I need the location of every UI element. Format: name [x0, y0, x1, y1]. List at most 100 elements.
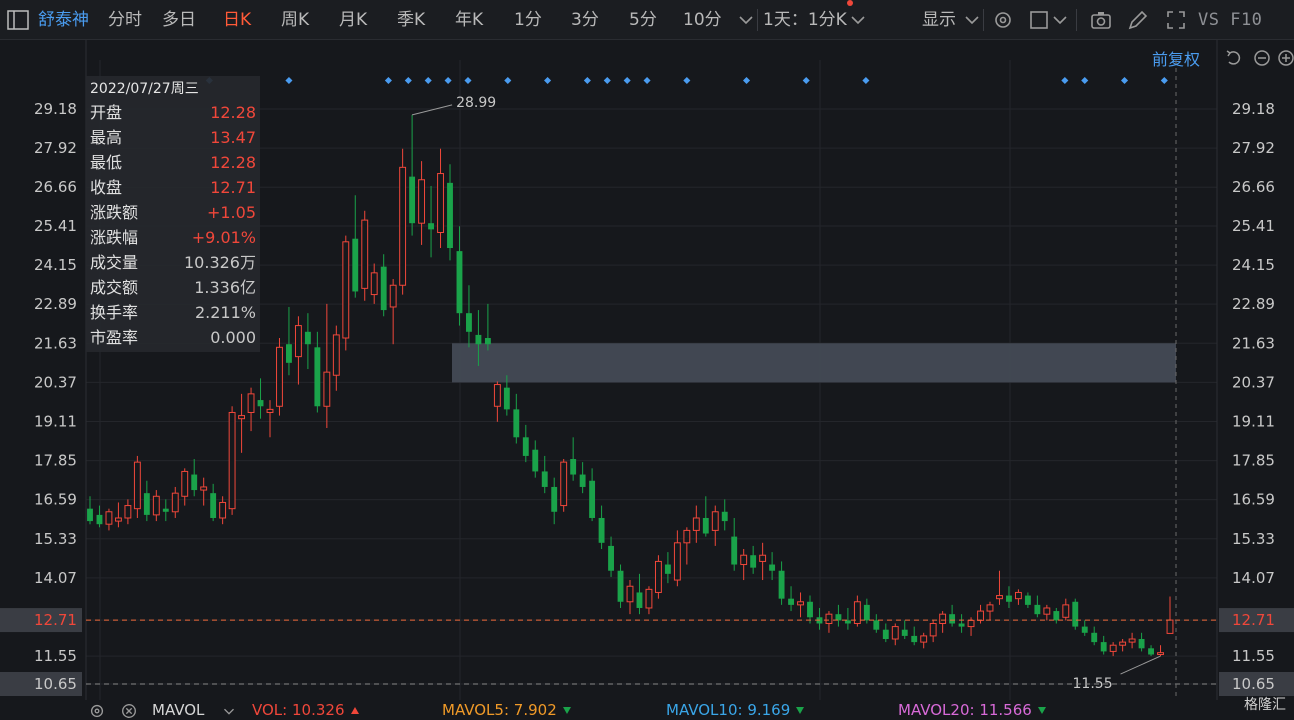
candle-body [286, 344, 292, 363]
candle-body [711, 511, 719, 531]
candle-body [332, 334, 340, 376]
info-row: 市盈率 0.000 [90, 325, 256, 350]
candle-body [1081, 626, 1088, 633]
max-label: 28.99 [456, 95, 496, 111]
info-value: 12.28 [210, 103, 256, 122]
candle-body [133, 461, 141, 510]
candle-body [920, 635, 928, 643]
candle-body [1128, 638, 1136, 643]
candle-body [759, 554, 767, 562]
candle-body [807, 601, 813, 618]
y-tick-label-left: 16.59 [34, 491, 77, 509]
indicator-bar: MAVOL VOL: 10.326 MAVOL5: 7.902 MAVOL10:… [0, 700, 1294, 720]
tab-weekly-k[interactable]: 周K [281, 0, 309, 40]
info-value: 2.211% [194, 303, 256, 322]
candle-body [570, 459, 577, 475]
chevron-down-icon[interactable] [846, 8, 870, 32]
info-label: 收盘 [90, 178, 123, 197]
candle-body [750, 555, 757, 568]
stock-name[interactable]: 舒泰神 [38, 0, 89, 40]
tab-multi-day[interactable]: 多日 [162, 0, 196, 40]
vol-label: VOL: [252, 701, 288, 719]
y-tick-label-right: 15.33 [1232, 530, 1275, 548]
info-row: 最低 12.28 [90, 150, 256, 175]
tab-daily-k[interactable]: 日K [223, 0, 251, 40]
y-tick-label-left: 27.92 [34, 139, 77, 157]
chevron-down-icon[interactable] [220, 702, 238, 720]
y-tick-label-right: 25.41 [1232, 217, 1275, 235]
candle-body [532, 449, 539, 472]
tab-1min[interactable]: 1分 [514, 0, 542, 40]
event-marker [504, 76, 512, 85]
mavol10-readout: MAVOL10: 9.169 [666, 700, 805, 720]
info-label: 涨跌额 [90, 203, 139, 222]
info-label: 换手率 [90, 303, 139, 322]
y-tick-label-right: 20.37 [1232, 373, 1275, 391]
close-icon[interactable] [120, 702, 138, 720]
candle-body [996, 595, 1003, 600]
gear-icon[interactable] [88, 702, 106, 720]
tab-3min[interactable]: 3分 [571, 0, 599, 40]
info-label: 最低 [90, 153, 123, 172]
tab-10min[interactable]: 10分 [683, 0, 722, 40]
expand-icon[interactable] [1164, 8, 1188, 32]
indicator-select[interactable]: MAVOL [152, 700, 204, 720]
candle-body [522, 437, 529, 456]
info-value: 12.28 [210, 153, 256, 172]
candle-body [608, 545, 614, 571]
y-tick-label-right: 12.71 [1232, 611, 1275, 629]
candle-body [1072, 601, 1079, 627]
candle-body [1148, 648, 1154, 655]
info-row: 最高 13.47 [90, 125, 256, 150]
tab-quarterly-k[interactable]: 季K [397, 0, 425, 40]
mavol5-readout: MAVOL5: 7.902 [442, 700, 571, 720]
candle-body [171, 492, 179, 513]
candle-body [589, 480, 596, 518]
event-marker [285, 76, 293, 85]
tab-yearly-k[interactable]: 年K [455, 0, 483, 40]
chevron-down-icon[interactable] [734, 8, 758, 32]
event-marker [643, 76, 651, 85]
candle-body [370, 272, 378, 296]
y-tick-label-right: 16.59 [1232, 491, 1275, 509]
tab-intraday[interactable]: 分时 [108, 0, 142, 40]
info-label: 市盈率 [90, 328, 139, 347]
candle-body [654, 560, 662, 593]
mavol20-label: MAVOL20: [898, 701, 975, 719]
chevron-down-icon[interactable] [960, 8, 984, 32]
candle-body [181, 470, 189, 497]
y-tick-label-right: 14.07 [1232, 569, 1275, 587]
candle-body [314, 347, 321, 407]
event-marker [1120, 76, 1129, 85]
event-marker [1160, 76, 1168, 85]
pencil-icon[interactable] [1126, 8, 1150, 32]
candle-body [294, 325, 302, 358]
candle-body [541, 471, 548, 487]
tab-monthly-k[interactable]: 月K [339, 0, 367, 40]
display-menu[interactable]: 显示 [922, 0, 956, 40]
gear-icon[interactable] [991, 8, 1015, 32]
candle-body [124, 505, 132, 519]
chevron-down-icon[interactable] [1048, 8, 1072, 32]
info-label: 开盘 [90, 103, 123, 122]
y-tick-label-right: 29.18 [1232, 100, 1275, 118]
y-tick-label-left: 14.07 [34, 569, 77, 587]
y-tick-label-right: 17.85 [1232, 452, 1275, 470]
candle-body [929, 622, 937, 637]
period-select[interactable]: 1天：1分K [763, 0, 847, 40]
camera-icon[interactable] [1089, 8, 1113, 32]
event-marker [1081, 76, 1089, 85]
toolbar: 舒泰神 分时 多日 日K 周K 月K 季K 年K 1分 3分 5分 10分 1天… [0, 0, 1294, 40]
y-tick-label-left: 22.89 [34, 295, 77, 313]
candle-body [863, 604, 870, 621]
info-row: 涨跌幅 +9.01% [90, 225, 256, 250]
vs-f10-button[interactable]: VS F10 [1198, 0, 1262, 40]
candle-body [788, 598, 794, 605]
tab-5min[interactable]: 5分 [629, 0, 657, 40]
candle-body [645, 588, 653, 609]
sidebar-toggle-icon[interactable] [6, 8, 30, 32]
candle-body [911, 635, 918, 643]
mavol5-value: 7.902 [513, 701, 557, 719]
candle-body [380, 266, 387, 311]
candle-body [484, 338, 491, 345]
